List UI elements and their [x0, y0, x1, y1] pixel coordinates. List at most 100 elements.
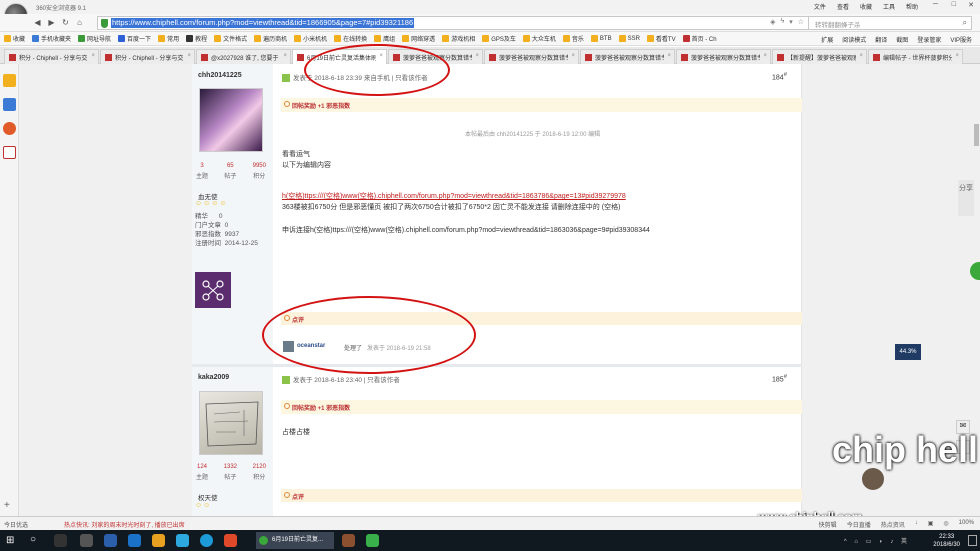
- menu-file[interactable]: 文件: [814, 2, 826, 11]
- status-hot-news[interactable]: 热点资讯: [881, 520, 905, 529]
- lightning-icon[interactable]: ϟ: [780, 18, 784, 26]
- post1-topics-count[interactable]: 3: [196, 163, 208, 169]
- login-manager-button[interactable]: 登录管家: [917, 35, 941, 44]
- bookmark-item[interactable]: 在线转换: [334, 34, 367, 43]
- window-icon[interactable]: ▣: [928, 520, 934, 529]
- maximize-button[interactable]: □: [952, 1, 956, 8]
- app-icon-1[interactable]: [80, 534, 93, 547]
- post1-posts-count[interactable]: 65: [224, 163, 236, 169]
- menu-help[interactable]: 帮助: [906, 2, 918, 11]
- status-today-picks[interactable]: 今日优选: [4, 520, 28, 529]
- browser-tab[interactable]: 【新提醒】菠萝爸爸被观察 ×: [772, 49, 867, 64]
- post2-topics-count[interactable]: 124: [196, 464, 208, 470]
- post1-medal-icon[interactable]: [195, 272, 231, 308]
- home-icon[interactable]: ⌂: [74, 17, 85, 28]
- app-icon-6[interactable]: [342, 534, 355, 547]
- minimize-button[interactable]: ─: [933, 1, 938, 8]
- menu-tools[interactable]: 工具: [883, 2, 895, 11]
- extensions-button[interactable]: 扩展: [821, 35, 833, 44]
- app-icon-4[interactable]: [200, 534, 213, 547]
- post2-user-group[interactable]: 权天使: [198, 492, 218, 502]
- status-news[interactable]: 热点快讯: 刘家的周末时光时刻了, 播放已出席: [64, 520, 185, 529]
- tab-close-icon[interactable]: ×: [763, 53, 767, 59]
- bookmark-item[interactable]: 游戏机相: [442, 34, 475, 43]
- app-icon-7[interactable]: [366, 534, 379, 547]
- start-icon[interactable]: ⊞: [6, 535, 17, 546]
- mail-icon[interactable]: [3, 146, 16, 159]
- download-icon[interactable]: ↓: [915, 520, 918, 529]
- bookmark-item[interactable]: 百度一下: [118, 34, 151, 43]
- menu-favorites[interactable]: 收藏: [860, 2, 872, 11]
- browser-tab[interactable]: 菠萝爸爸被观察分数算错专 ×: [676, 49, 771, 64]
- browser-tab[interactable]: 积分 - Chiphell - 分享与交 ×: [4, 49, 99, 64]
- search-taskbar-icon[interactable]: ○: [30, 534, 36, 545]
- bookmark-item[interactable]: 常用: [158, 34, 179, 43]
- browser-tab[interactable]: @x2027928 谁了, 您要于 ×: [196, 49, 291, 64]
- tab-close-icon[interactable]: ×: [91, 53, 95, 59]
- post1-points-count[interactable]: 9950: [253, 163, 266, 169]
- bookmark-item[interactable]: 遍历商机: [254, 34, 287, 43]
- bookmark-item[interactable]: 大众车机: [522, 34, 556, 43]
- close-button[interactable]: ✕: [968, 1, 974, 9]
- screenshot-button[interactable]: 截图: [896, 35, 908, 44]
- bookmark-item[interactable]: 网络穿透: [402, 34, 435, 43]
- task-view-icon[interactable]: [54, 534, 67, 547]
- reader-mode-button[interactable]: 阅读模式: [842, 35, 866, 44]
- bookmark-item[interactable]: BTB: [590, 35, 612, 42]
- add-sidebar-icon[interactable]: +: [4, 500, 10, 511]
- status-quick-edit[interactable]: 快剪辑: [819, 520, 837, 529]
- browser-tab[interactable]: 编辑帖子 - 世界杯菠萝积分 ×: [868, 49, 963, 64]
- edge-icon[interactable]: [128, 534, 141, 547]
- bookmark-item[interactable]: 首页 - Ch: [682, 34, 717, 43]
- search-input[interactable]: 转转翻翻蜂子杀 ⌕: [808, 16, 972, 30]
- clock[interactable]: 22:33 2018/6/30: [933, 533, 960, 549]
- bookmark-item[interactable]: 手机收藏夹: [32, 34, 71, 43]
- tab-close-icon[interactable]: ×: [475, 53, 479, 59]
- bookmark-item[interactable]: GPS及车: [482, 34, 516, 43]
- bookmark-item[interactable]: 文件格式: [214, 34, 247, 43]
- status-live[interactable]: 今日直播: [847, 520, 871, 529]
- zoom-level[interactable]: 100%: [959, 520, 974, 529]
- back-icon[interactable]: ◀: [32, 17, 43, 28]
- taskbar-active-browser[interactable]: 6月19日前亡灵复...: [256, 532, 334, 549]
- tab-close-icon[interactable]: ×: [859, 53, 863, 59]
- star-icon[interactable]: ☆: [798, 18, 804, 26]
- sound-icon[interactable]: ◎: [943, 520, 948, 529]
- weibo-icon[interactable]: [3, 122, 16, 135]
- bookmark-item[interactable]: 鹰组: [374, 34, 395, 43]
- tab-close-icon[interactable]: ×: [283, 53, 287, 59]
- notes-icon[interactable]: [3, 98, 16, 111]
- bookmark-item[interactable]: 音乐: [562, 34, 584, 43]
- menu-view[interactable]: 查看: [837, 2, 849, 11]
- scrollbar-thumb[interactable]: [974, 124, 979, 146]
- bookmark-item[interactable]: 看看TV: [646, 34, 676, 43]
- folder-icon[interactable]: [152, 534, 165, 547]
- bookmark-item[interactable]: SSR: [618, 35, 640, 42]
- browser-tab[interactable]: 菠萝爸爸被观察分数算错专 ×: [580, 49, 675, 64]
- app-icon-2[interactable]: [104, 534, 117, 547]
- tray-icons[interactable]: ^ ⌂ ▭ ◗ ♪ 英: [844, 536, 910, 545]
- browser-tab[interactable]: 菠萝爸爸被观察分数算错专 ×: [484, 49, 579, 64]
- dropdown-icon[interactable]: ▾: [789, 18, 793, 26]
- favorites-star-icon[interactable]: [3, 74, 16, 87]
- search-icon[interactable]: ⌕: [963, 18, 967, 28]
- bookmark-item[interactable]: 教程: [186, 34, 207, 43]
- url-text[interactable]: https://www.chiphell.com/forum.php?mod=v…: [111, 18, 415, 28]
- post2-points-count[interactable]: 2120: [253, 464, 266, 470]
- tab-close-icon[interactable]: ×: [955, 53, 959, 59]
- post1-avatar[interactable]: [199, 88, 263, 152]
- bookmark-item[interactable]: 小米机机: [294, 34, 327, 43]
- post2-meta-text[interactable]: 发表于 2018-6-18 23:40 | 只看该作者: [293, 377, 400, 384]
- app-icon-5[interactable]: [224, 534, 237, 547]
- url-input[interactable]: https://www.chiphell.com/forum.php?mod=v…: [97, 16, 809, 30]
- tab-close-icon[interactable]: ×: [667, 53, 671, 59]
- bookmark-item[interactable]: 网址导航: [78, 34, 111, 43]
- app-icon-3[interactable]: [176, 534, 189, 547]
- shield-status-icon[interactable]: ◈: [770, 18, 775, 26]
- bookmark-item[interactable]: 收藏: [4, 34, 25, 43]
- post2-floor[interactable]: 185#: [772, 374, 787, 383]
- forward-icon[interactable]: ▶: [46, 17, 57, 28]
- share-sidebar[interactable]: 分享: [958, 180, 974, 216]
- post2-username[interactable]: kaka2009: [198, 374, 229, 381]
- vip-button[interactable]: VIP服务: [950, 35, 972, 44]
